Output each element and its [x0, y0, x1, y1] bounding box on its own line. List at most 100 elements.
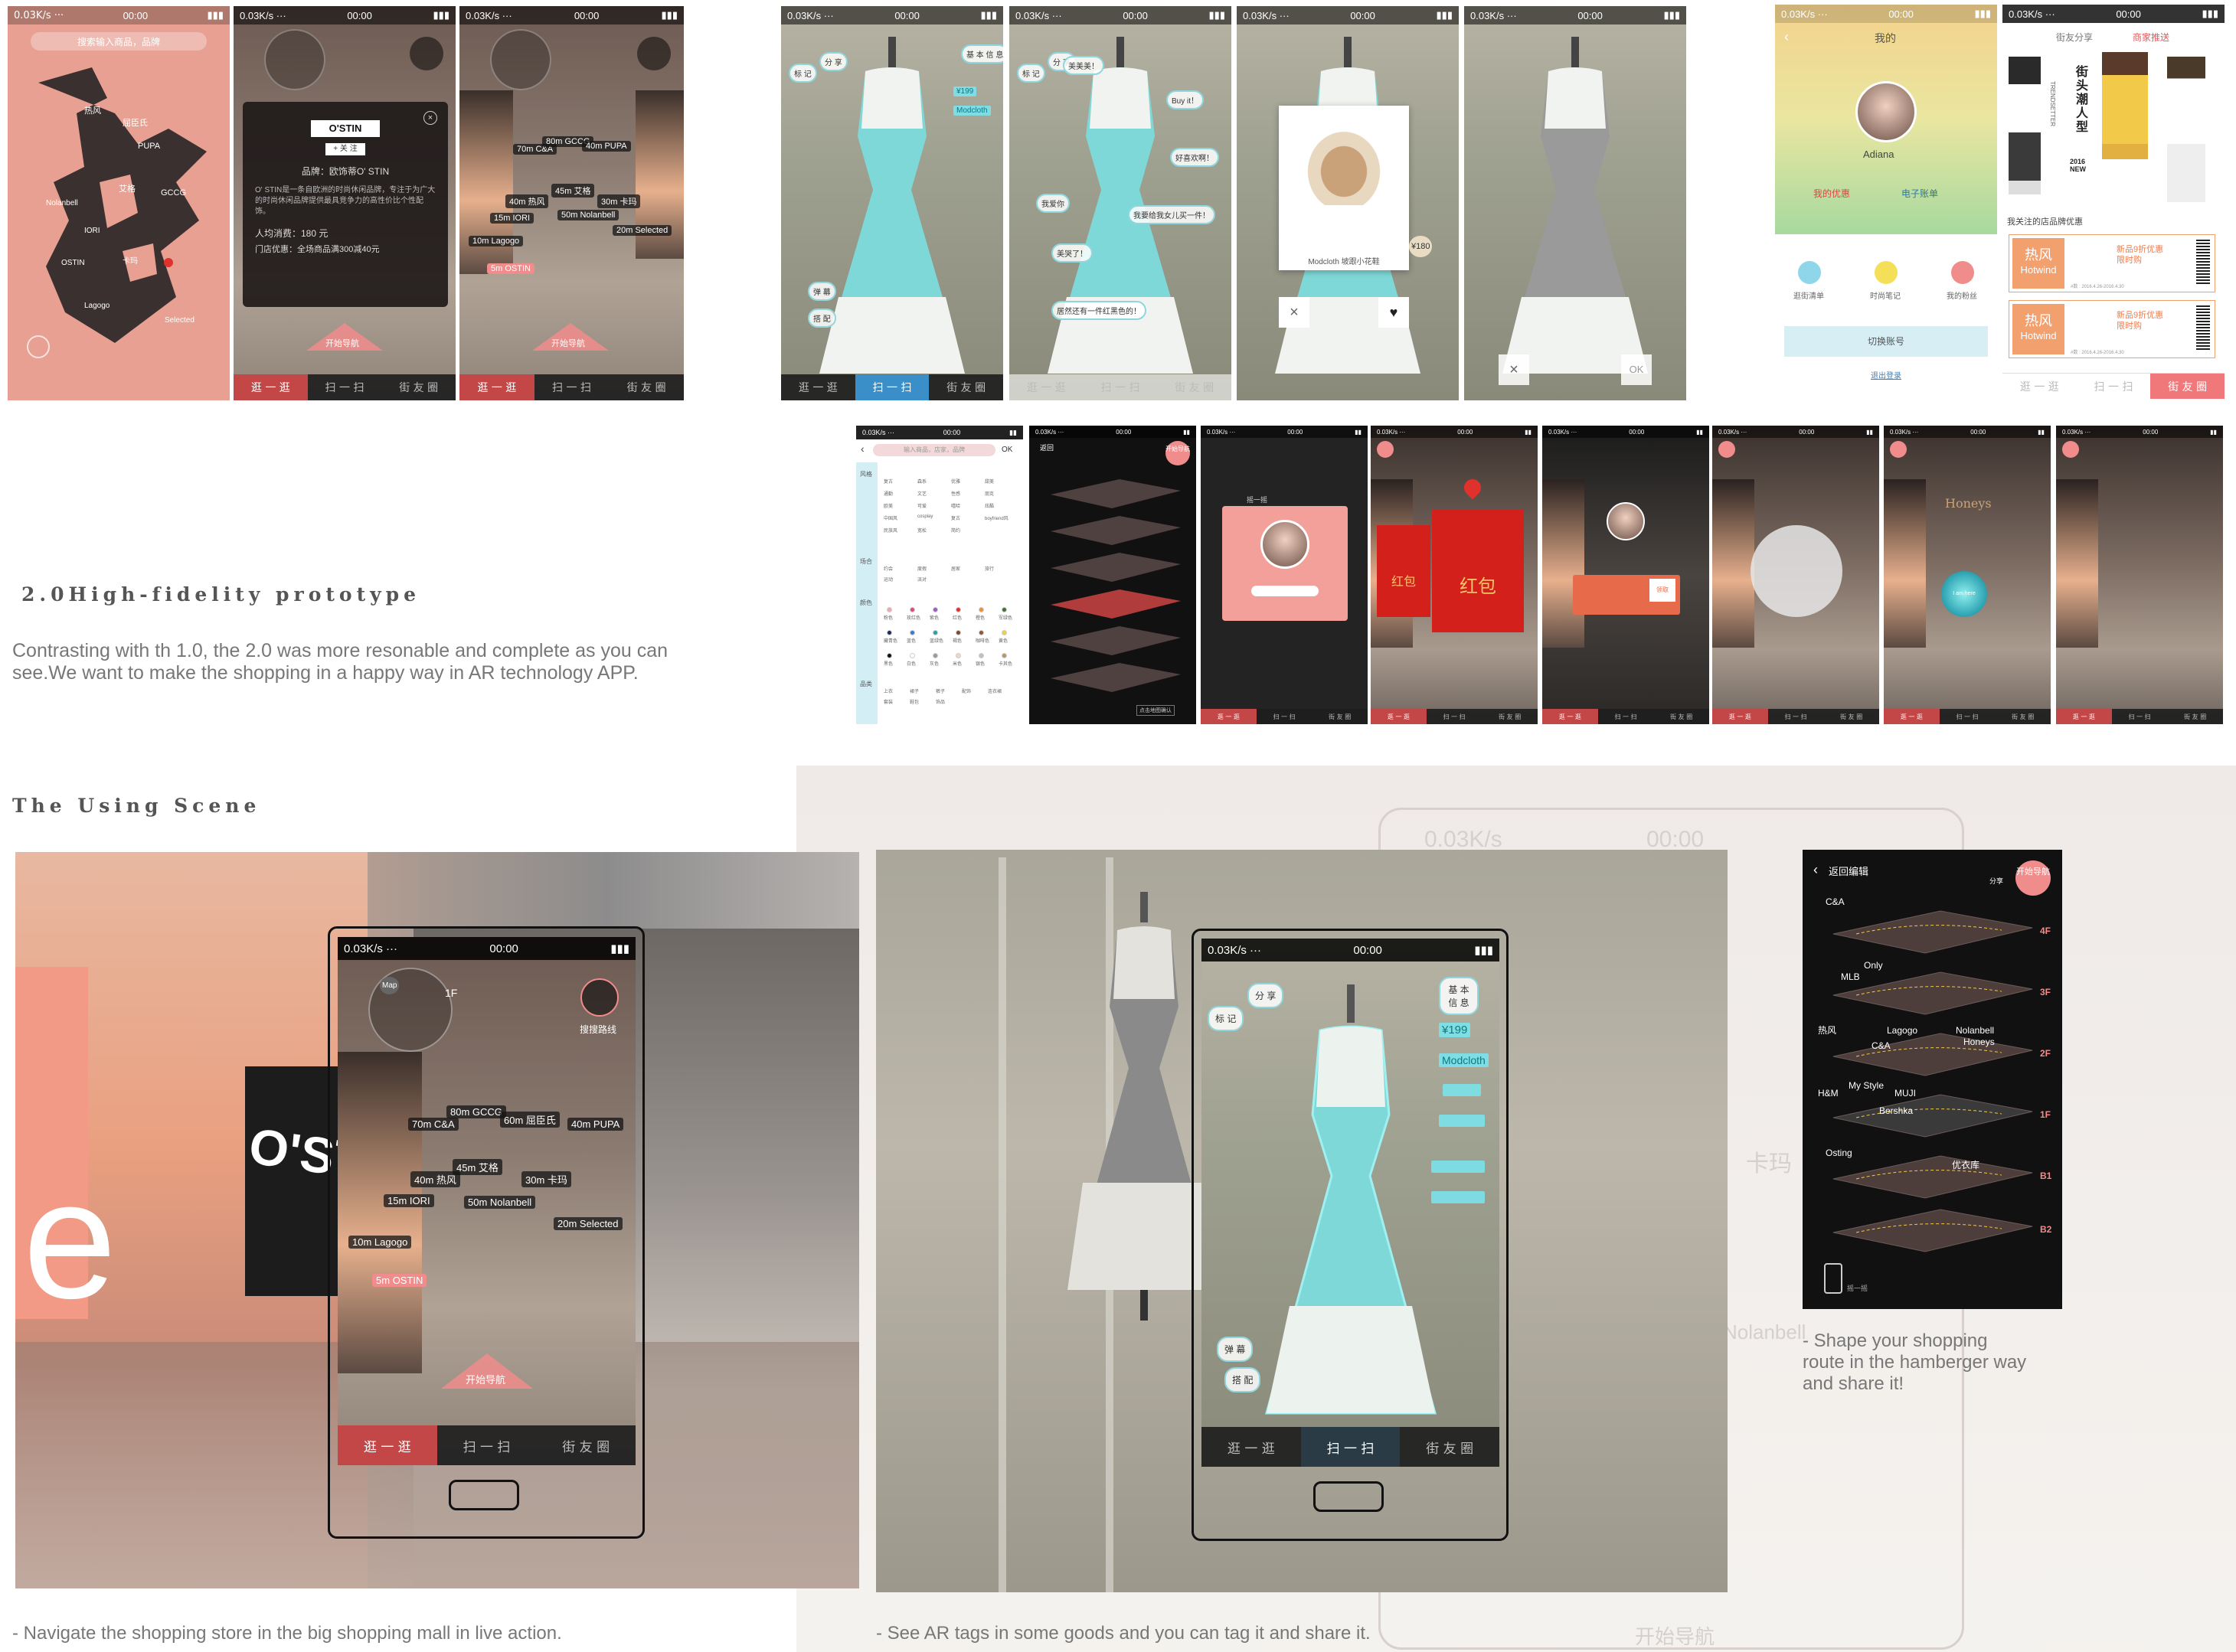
- color-option[interactable]: 军绿色: [999, 614, 1012, 621]
- filter-option[interactable]: 运动: [884, 576, 893, 583]
- search-route-button[interactable]: [410, 37, 443, 70]
- tab-friends[interactable]: 街 友 圈: [2167, 709, 2223, 724]
- mall-pin-target[interactable]: 5m OSTIN: [487, 263, 534, 274]
- back-icon[interactable]: ‹: [1784, 29, 1789, 45]
- color-swatch[interactable]: [933, 607, 938, 612]
- shop-label[interactable]: C&A: [1872, 1040, 1891, 1051]
- color-swatch[interactable]: [887, 607, 892, 612]
- back-edit-link[interactable]: 返回编辑: [1829, 864, 1868, 878]
- floor-layer[interactable]: [1832, 910, 2033, 954]
- ar-bubble[interactable]: [1751, 525, 1842, 617]
- filter-option[interactable]: 优雅: [951, 478, 960, 485]
- color-swatch[interactable]: [979, 607, 984, 612]
- home-button[interactable]: [1313, 1481, 1384, 1512]
- color-swatch[interactable]: [1002, 607, 1007, 612]
- tab-scan[interactable]: 扫 一 扫: [534, 374, 610, 400]
- tab-scan[interactable]: 扫 一 扫: [1084, 374, 1158, 400]
- brand-tag[interactable]: Modcloth: [1439, 1053, 1489, 1067]
- start-navigation-button[interactable]: 开始导航: [532, 320, 609, 351]
- tab-scan[interactable]: 扫 一 扫: [1257, 709, 1313, 724]
- tab-browse[interactable]: 逛 一 逛: [2002, 374, 2077, 399]
- filter-option[interactable]: 上衣: [884, 687, 893, 694]
- search-route-button[interactable]: [637, 37, 671, 70]
- shop-label[interactable]: Honeys: [1963, 1037, 1995, 1047]
- tab-friends[interactable]: 街 友 圈: [1157, 374, 1231, 400]
- tab-scan[interactable]: 扫 一 扫: [1940, 709, 1996, 724]
- color-swatch[interactable]: [910, 630, 915, 635]
- start-navigation-button[interactable]: 开始导航: [306, 320, 383, 351]
- color-option[interactable]: 紫色: [930, 614, 939, 621]
- filter-option[interactable]: boyfriend风: [985, 514, 1008, 521]
- filter-option[interactable]: 居家: [951, 565, 960, 572]
- filter-option[interactable]: 度假: [917, 565, 927, 572]
- color-swatch[interactable]: [979, 653, 984, 658]
- shake-card[interactable]: [1222, 506, 1348, 621]
- filter-option[interactable]: 鞋包: [910, 698, 919, 705]
- filter-option[interactable]: 可爱: [917, 502, 927, 509]
- mall-pin[interactable]: 50m Nolanbell: [464, 1196, 536, 1209]
- tab-scan[interactable]: 扫 一 扫: [2077, 374, 2151, 399]
- tab-friends[interactable]: 街 友 圈: [381, 374, 456, 400]
- tab-scan[interactable]: 扫 一 扫: [1768, 709, 1824, 724]
- tab-merchant-push[interactable]: 商家推送: [2133, 31, 2169, 44]
- filter-option[interactable]: 民族风: [884, 527, 897, 534]
- ar-cloud[interactable]: 好喜欢啊！: [1170, 148, 1219, 167]
- mall-pin[interactable]: 40m PUPA: [582, 141, 631, 152]
- tab-browse[interactable]: 逛 一 逛: [338, 1425, 437, 1465]
- coupon-card[interactable]: 热风 Hotwind 新品9折优惠 限时购 #数 : 2016.4.26-201…: [2009, 234, 2215, 292]
- shop-label[interactable]: Nolanbell: [1956, 1025, 1994, 1036]
- tab-browse[interactable]: 逛 一 逛: [459, 374, 534, 400]
- ar-cloud[interactable]: 美美美！: [1063, 56, 1104, 75]
- ar-cloud[interactable]: 标 记: [789, 64, 817, 83]
- back-link[interactable]: 返回: [1040, 442, 1054, 452]
- mall-pin[interactable]: 20m Selected: [554, 1217, 623, 1230]
- ar-cloud[interactable]: 居然还有一件红黑色的！: [1051, 301, 1146, 320]
- tab-friends[interactable]: 街 友 圈: [2150, 374, 2225, 399]
- ar-tag[interactable]: Modcloth: [953, 106, 991, 116]
- filter-option[interactable]: 朋克: [985, 490, 994, 497]
- tab-scan[interactable]: 扫 一 扫: [2112, 709, 2168, 724]
- claim-button[interactable]: 领取: [1649, 579, 1675, 602]
- home-button[interactable]: [449, 1480, 519, 1510]
- basic-info-cloud[interactable]: 基 本 信 息: [1439, 977, 1479, 1015]
- ar-cloud[interactable]: 分 享: [819, 52, 848, 71]
- filter-option[interactable]: 欧美: [884, 502, 893, 509]
- tab-friends-share[interactable]: 街友分享: [2056, 31, 2093, 44]
- color-option[interactable]: 橙色: [976, 614, 985, 621]
- filter-option[interactable]: cosplay: [917, 514, 933, 519]
- color-option[interactable]: 蓝色: [907, 637, 916, 644]
- coupon-card[interactable]: 热风 Hotwind 新品9折优惠 限时购 #数 : 2016.4.26-201…: [2009, 300, 2215, 358]
- mall-pin[interactable]: 10m Lagogo: [469, 236, 524, 246]
- fans-icon[interactable]: [1951, 261, 1974, 284]
- filter-option[interactable]: 嘻哈: [951, 502, 960, 509]
- confirm-map-button[interactable]: 点击地图确认: [1136, 705, 1175, 716]
- filter-option[interactable]: 派对: [917, 576, 927, 583]
- filter-option[interactable]: 约会: [884, 565, 893, 572]
- close-icon[interactable]: ×: [423, 111, 437, 125]
- i-am-here-marker[interactable]: I am here: [1941, 571, 1987, 617]
- close-icon[interactable]: ×: [1279, 297, 1309, 328]
- mall-pin[interactable]: 40m 热风: [410, 1171, 460, 1187]
- shop-label[interactable]: Bershka: [1879, 1105, 1913, 1116]
- tab-browse[interactable]: 逛 一 逛: [1712, 709, 1768, 724]
- color-swatch[interactable]: [933, 653, 938, 658]
- color-option[interactable]: 灰色: [930, 660, 939, 667]
- tab-friends[interactable]: 街 友 圈: [1823, 709, 1879, 724]
- fashion-notes-icon[interactable]: [1875, 261, 1898, 284]
- color-option[interactable]: 卡其色: [999, 660, 1012, 667]
- filter-option[interactable]: 配饰: [962, 687, 971, 694]
- filter-option[interactable]: 套装: [884, 698, 893, 705]
- filter-option[interactable]: 宽松: [917, 527, 927, 534]
- coupons-link[interactable]: 我的优惠: [1813, 187, 1850, 200]
- tab-browse[interactable]: 逛 一 逛: [2056, 709, 2112, 724]
- back-icon[interactable]: ‹: [1813, 862, 1818, 878]
- shop-label[interactable]: Only: [1864, 960, 1883, 971]
- filter-option[interactable]: 甜美: [985, 478, 994, 485]
- filter-option[interactable]: 连衣裙: [988, 687, 1002, 694]
- start-navigation-button[interactable]: 开始导航: [441, 1350, 533, 1389]
- color-option[interactable]: 银色: [976, 660, 985, 667]
- tab-browse[interactable]: 逛 一 逛: [781, 374, 855, 400]
- radar-icon[interactable]: [2062, 441, 2079, 458]
- tab-friends[interactable]: 街 友 圈: [536, 1425, 636, 1465]
- heart-icon[interactable]: ♥: [1378, 297, 1409, 328]
